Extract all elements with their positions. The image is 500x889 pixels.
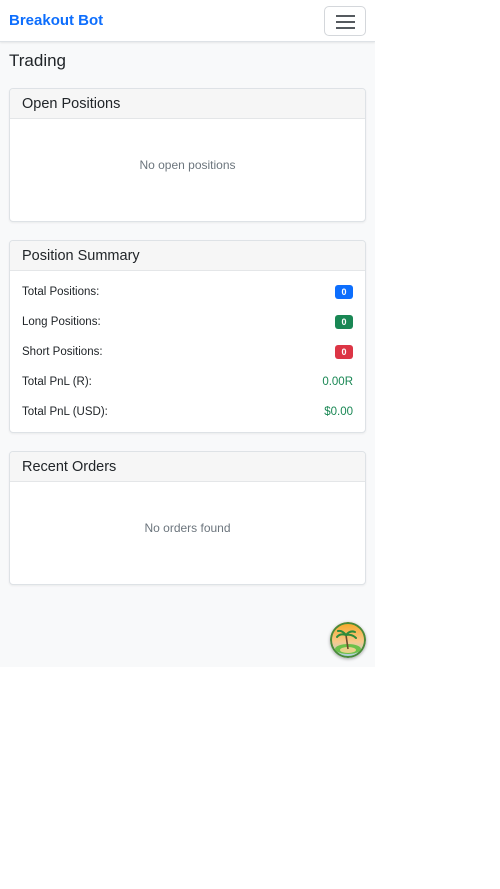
open-positions-header: Open Positions	[10, 89, 365, 119]
summary-row-long-positions: Long Positions: 0	[22, 314, 353, 330]
summary-label: Total PnL (USD):	[22, 406, 108, 418]
app-viewport: Breakout Bot Trading Open Positions No o…	[0, 0, 375, 667]
open-positions-card: Open Positions No open positions	[9, 88, 366, 222]
long-positions-badge: 0	[335, 315, 353, 329]
recent-orders-card: Recent Orders No orders found	[9, 451, 366, 585]
summary-row-short-positions: Short Positions: 0	[22, 344, 353, 360]
summary-label: Total PnL (R):	[22, 376, 92, 388]
navbar-toggler-button[interactable]	[324, 6, 366, 36]
summary-label: Total Positions:	[22, 286, 100, 298]
total-positions-badge: 0	[335, 285, 353, 299]
page-title: Trading	[9, 51, 67, 70]
recent-orders-header: Recent Orders	[10, 452, 365, 482]
recent-orders-empty-text: No orders found	[144, 521, 231, 535]
summary-row-total-pnl-usd: Total PnL (USD): $0.00	[22, 404, 353, 420]
summary-label: Long Positions:	[22, 316, 101, 328]
position-summary-card: Position Summary Total Positions: 0 Long…	[9, 240, 366, 433]
island-sunset-avatar-icon	[330, 622, 366, 658]
brand-link[interactable]: Breakout Bot	[9, 12, 103, 30]
navbar: Breakout Bot	[0, 0, 375, 42]
floating-avatar-button[interactable]	[330, 622, 366, 658]
short-positions-badge: 0	[335, 345, 353, 359]
position-summary-header: Position Summary	[10, 241, 365, 271]
open-positions-empty-text: No open positions	[139, 158, 236, 172]
total-pnl-r-value: 0.00R	[322, 376, 353, 388]
summary-row-total-positions: Total Positions: 0	[22, 284, 353, 300]
total-pnl-usd-value: $0.00	[324, 406, 353, 418]
summary-row-total-pnl-r: Total PnL (R): 0.00R	[22, 374, 353, 390]
summary-label: Short Positions:	[22, 346, 103, 358]
